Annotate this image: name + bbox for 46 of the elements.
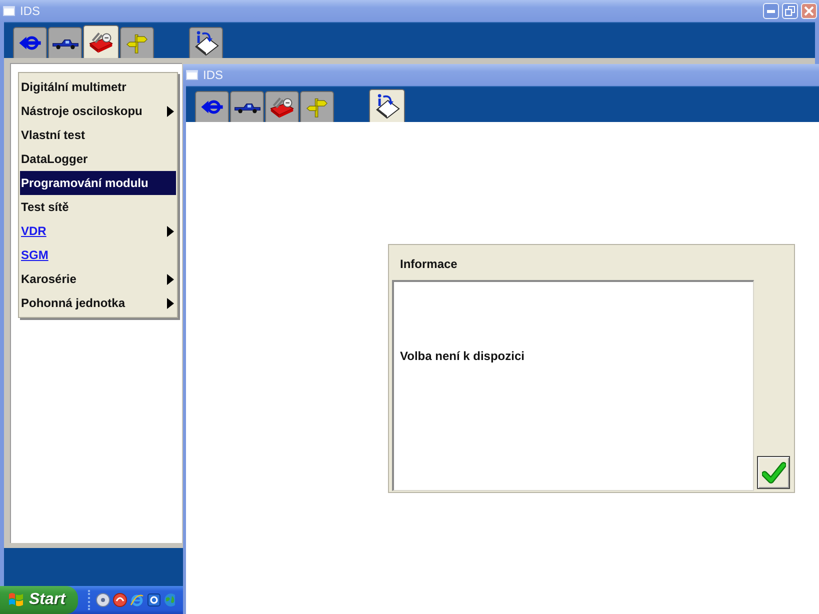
info-book-icon [193,30,219,56]
check-icon [762,462,786,484]
dialog-message: Volba není k dispozici [400,349,524,363]
ok-button[interactable] [757,456,790,489]
orbit-icon[interactable] [130,593,144,607]
window-title: IDS [203,68,224,82]
menu-item[interactable]: Pohonná jednotka [20,291,176,315]
minimize-button[interactable] [763,3,779,19]
flag-icon [7,592,25,608]
close-button[interactable] [801,3,817,19]
toolbar-tab[interactable] [369,89,405,122]
signpost-icon [126,32,148,54]
menu-item[interactable]: DataLogger [20,147,176,171]
car-icon [52,36,78,50]
close-icon [804,6,814,16]
toolbox-icon [269,96,295,118]
toolbox-icon [88,30,114,54]
restore-icon [785,6,795,16]
toolbar-tab[interactable] [189,27,223,58]
toolbar-tab[interactable] [230,91,264,122]
menu-item[interactable]: Programování modulu [20,171,176,195]
connector-icon [200,98,224,116]
window-title: IDS [20,4,40,18]
signpost-icon [306,96,328,118]
menu-item[interactable]: Test sítě [20,195,176,219]
toolbar-tab[interactable] [83,25,119,58]
start-button[interactable]: Start [0,586,78,614]
tile-icon[interactable] [147,593,161,607]
circle-arc-icon[interactable] [113,593,127,607]
minimize-icon [767,10,775,12]
car-icon [234,100,260,114]
restore-button[interactable] [782,3,798,19]
info-book-icon [374,93,400,119]
toolbar-tab[interactable] [48,27,82,58]
window-icon [3,6,15,16]
menu-item[interactable]: Digitální multimetr [20,75,176,99]
menu-item[interactable]: Karosérie [20,267,176,291]
toolbar-tab[interactable] [265,91,299,122]
disc-icon[interactable] [96,593,110,607]
dialog-title: Informace [400,257,458,271]
menu-item[interactable]: SGM [20,243,176,267]
menu-item[interactable]: Vlastní test [20,123,176,147]
window-icon [186,70,198,80]
menu-item[interactable]: Nástroje osciloskopu [20,99,176,123]
connector-icon [18,34,42,52]
menu-item[interactable]: VDR [20,219,176,243]
